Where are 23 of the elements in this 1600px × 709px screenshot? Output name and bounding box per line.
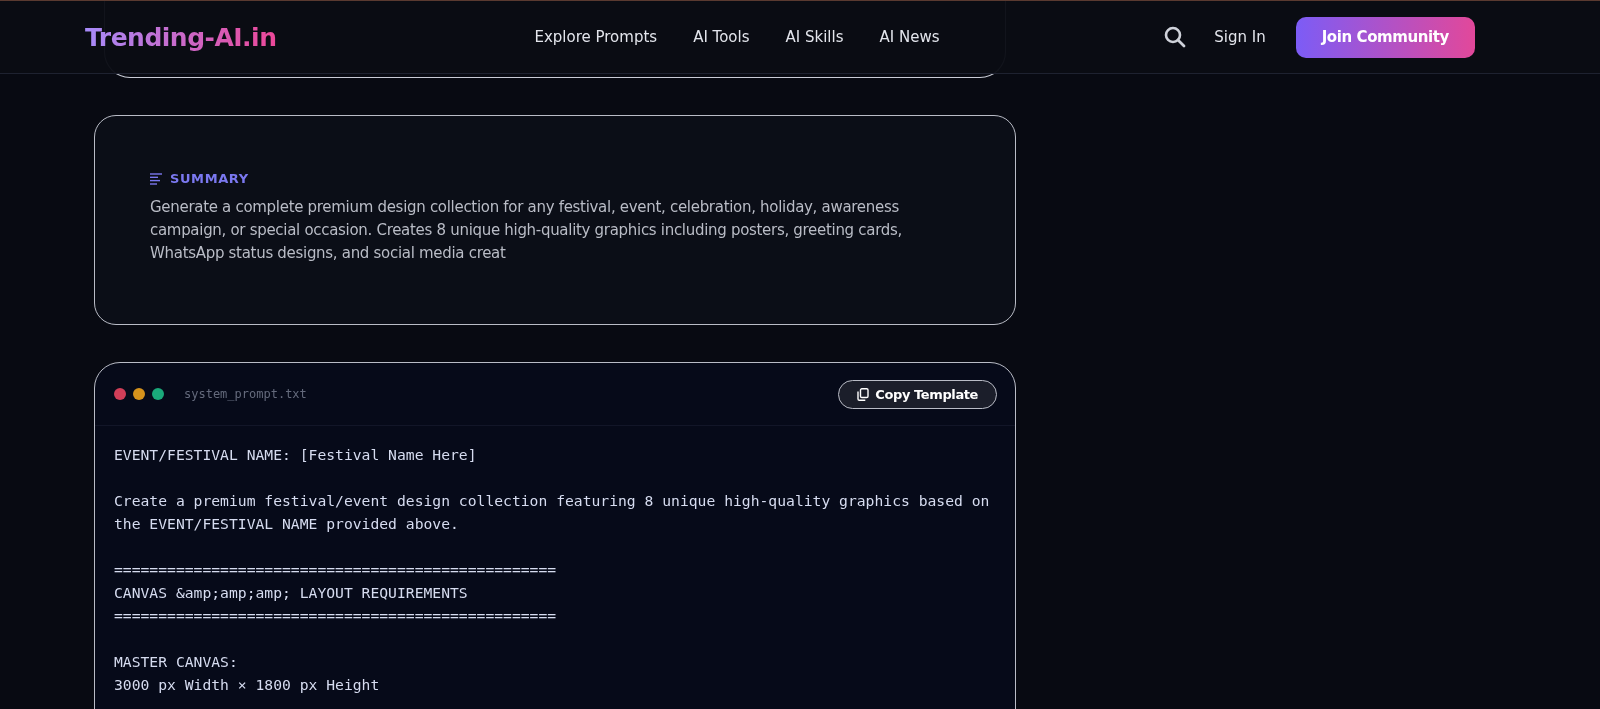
code-line: ================================================== — [114, 606, 558, 626]
search-icon[interactable] — [1164, 26, 1187, 48]
nav-link[interactable]: AI News — [879, 28, 940, 46]
code-line: 3000 px Width × 1800 px Height — [114, 675, 381, 695]
file-name: system_prompt.txt — [184, 387, 307, 401]
summary-text: Generate a complete premium design collection for any festival, event, celebration, holiday, awareness campaign, or special occasion. Creates 8 unique high-quality graphics including posters, greeting cards, WhatsApp status designs, and social media creat — [150, 197, 903, 264]
nav-link[interactable]: Explore Prompts — [534, 28, 658, 46]
code-line: EVENT/FESTIVAL NAME: [Festival Name Here] — [114, 445, 478, 465]
nav-link[interactable]: AI Skills — [785, 28, 844, 46]
copy-template-button[interactable]: Copy Template — [838, 379, 997, 409]
summary-heading: SUMMARY — [170, 171, 249, 186]
sign-in-link[interactable]: Sign In — [1214, 28, 1266, 46]
text-lines-icon — [150, 172, 162, 185]
window-dot-icon — [114, 388, 126, 400]
window-dot-icon — [133, 388, 145, 400]
nav-link[interactable]: AI Tools — [693, 28, 750, 46]
code-line: Create a premium festival/event design collection featuring 8 unique high-quality graphics based on the EVENT/FESTIVAL NAME provided above. — [114, 491, 991, 534]
code-line: CANVAS &amp;amp;amp; LAYOUT REQUIREMENTS — [114, 583, 469, 603]
code-line: ================================================== — [114, 560, 558, 580]
copy-icon — [857, 387, 870, 401]
code-line: MASTER CANVAS: — [114, 652, 239, 672]
window-dot-icon — [152, 388, 164, 400]
join-community-button[interactable]: Join Community — [1295, 16, 1475, 58]
